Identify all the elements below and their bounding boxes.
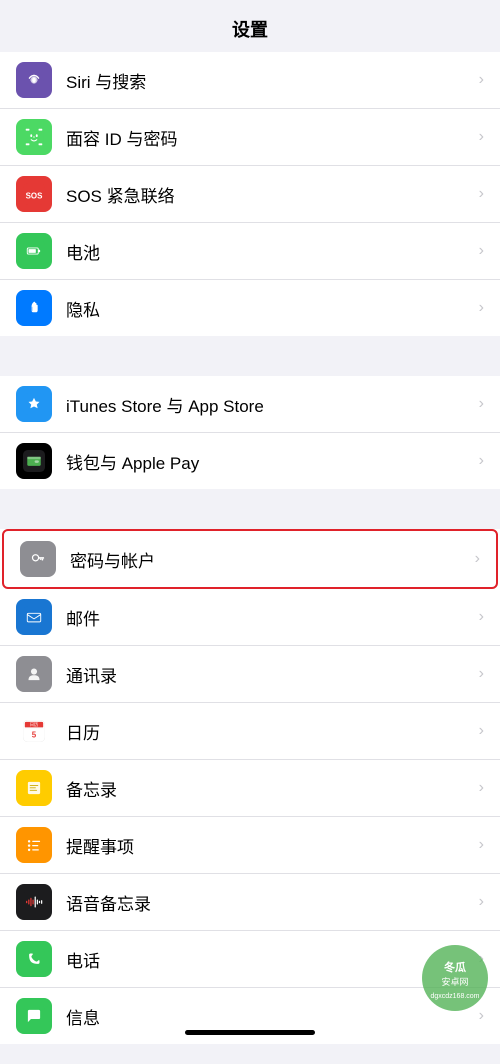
chevron-icon: › — [479, 1007, 484, 1025]
chevron-icon: › — [479, 665, 484, 683]
settings-row-battery[interactable]: 电池 › — [0, 223, 500, 280]
notes-icon — [16, 770, 52, 806]
itunes-label: iTunes Store 与 App Store — [66, 392, 473, 417]
contacts-icon — [16, 656, 52, 692]
chevron-icon: › — [479, 893, 484, 911]
key-icon — [20, 541, 56, 577]
home-indicator — [185, 1030, 315, 1035]
settings-row-reminders[interactable]: 提醒事项 › — [0, 817, 500, 874]
settings-row-siri[interactable]: Siri 与搜索 › — [0, 52, 500, 109]
sos-label: SOS 紧急联络 — [66, 182, 473, 207]
settings-row-calendar[interactable]: 5 日历 日历 › — [0, 703, 500, 760]
settings-row-messages[interactable]: 信息 › — [0, 988, 500, 1044]
settings-row-mail[interactable]: 邮件 › — [0, 589, 500, 646]
settings-row-wallet[interactable]: 钱包与 Apple Pay › — [0, 433, 500, 489]
chevron-icon: › — [475, 550, 480, 568]
voicememo-icon — [16, 884, 52, 920]
privacy-icon — [16, 290, 52, 326]
settings-row-phone[interactable]: 电话 › — [0, 931, 500, 988]
messages-icon — [16, 998, 52, 1034]
settings-row-itunes[interactable]: iTunes Store 与 App Store › — [0, 376, 500, 433]
passwords-label: 密码与帐户 — [70, 547, 469, 572]
settings-list: Siri 与搜索 › — [0, 52, 500, 1044]
chevron-icon: › — [479, 71, 484, 89]
separator-1 — [0, 356, 500, 376]
chevron-icon: › — [479, 299, 484, 317]
reminders-icon — [16, 827, 52, 863]
chevron-icon: › — [479, 779, 484, 797]
faceid-icon — [16, 119, 52, 155]
settings-row-sos[interactable]: SOS SOS 紧急联络 › — [0, 166, 500, 223]
chevron-icon: › — [479, 836, 484, 854]
battery-label: 电池 — [66, 239, 473, 264]
reminders-label: 提醒事项 — [66, 833, 473, 858]
siri-label: Siri 与搜索 — [66, 68, 473, 93]
voicememo-label: 语音备忘录 — [66, 890, 473, 915]
settings-row-faceid[interactable]: 面容 ID 与密码 › — [0, 109, 500, 166]
separator-2 — [0, 509, 500, 529]
calendar-icon: 5 日历 — [16, 713, 52, 749]
chevron-icon: › — [479, 395, 484, 413]
messages-label: 信息 — [66, 1004, 473, 1029]
settings-row-notes[interactable]: 备忘录 › — [0, 760, 500, 817]
contacts-label: 通讯录 — [66, 662, 473, 687]
chevron-icon: › — [479, 242, 484, 260]
section-group-2: iTunes Store 与 App Store › 钱包与 Apple Pay… — [0, 376, 500, 489]
chevron-icon: › — [479, 950, 484, 968]
appstore-icon — [16, 386, 52, 422]
privacy-label: 隐私 — [66, 296, 473, 321]
section-group-3: 密码与帐户 › 邮件 › 通讯录 — [0, 529, 500, 1044]
section-group-1: Siri 与搜索 › — [0, 52, 500, 336]
chevron-icon: › — [479, 608, 484, 626]
svg-text:5: 5 — [32, 731, 37, 740]
siri-icon — [16, 62, 52, 98]
wallet-icon — [16, 443, 52, 479]
chevron-icon: › — [479, 722, 484, 740]
phone-label: 电话 — [66, 947, 473, 972]
svg-text:SOS: SOS — [26, 191, 43, 200]
chevron-icon: › — [479, 128, 484, 146]
chevron-icon: › — [479, 452, 484, 470]
mail-icon — [16, 599, 52, 635]
phone-icon — [16, 941, 52, 977]
faceid-label: 面容 ID 与密码 — [66, 125, 473, 150]
calendar-label: 日历 — [66, 719, 473, 744]
battery-icon — [16, 233, 52, 269]
notes-label: 备忘录 — [66, 776, 473, 801]
settings-row-privacy[interactable]: 隐私 › — [0, 280, 500, 336]
sos-icon: SOS — [16, 176, 52, 212]
mail-label: 邮件 — [66, 605, 473, 630]
chevron-icon: › — [479, 185, 484, 203]
settings-row-contacts[interactable]: 通讯录 › — [0, 646, 500, 703]
wallet-label: 钱包与 Apple Pay — [66, 449, 473, 474]
page-title: 设置 — [0, 0, 500, 52]
settings-row-voicememo[interactable]: 语音备忘录 › — [0, 874, 500, 931]
settings-row-passwords[interactable]: 密码与帐户 › — [2, 529, 498, 589]
